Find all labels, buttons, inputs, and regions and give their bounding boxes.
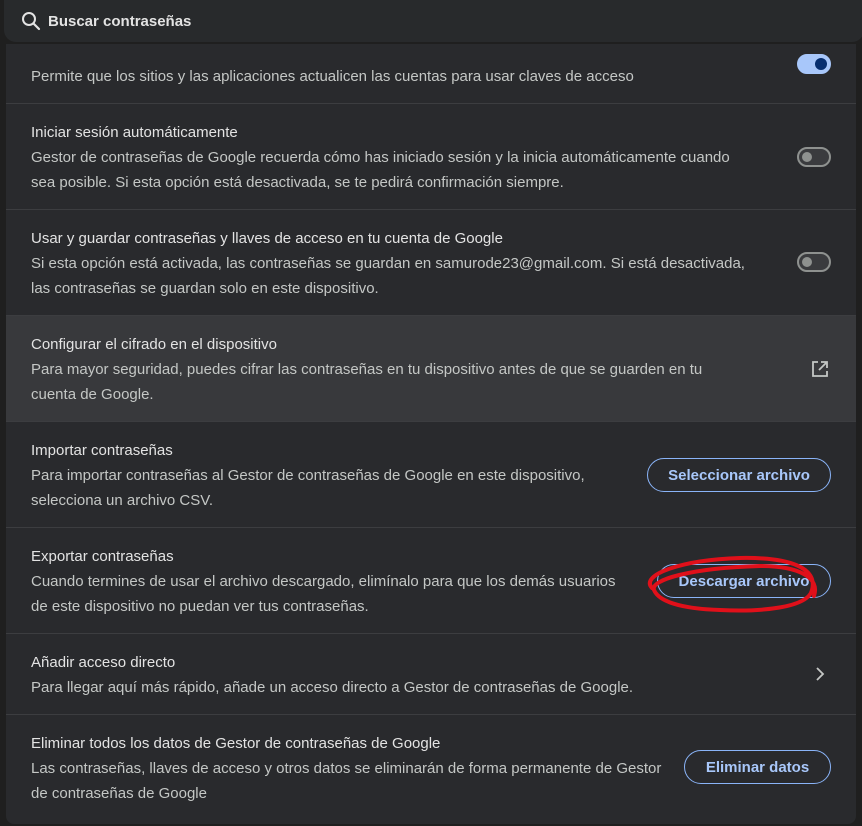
setting-description: Cuando termines de usar el archivo desca…: [31, 573, 616, 615]
toggle-knob: [802, 257, 812, 267]
setting-description: Para importar contraseñas al Gestor de c…: [31, 467, 585, 509]
setting-passkey-update: Permite que los sitios y las aplicacione…: [6, 44, 856, 104]
setting-export: Exportar contraseñas Cuando termines de …: [6, 528, 856, 634]
setting-description: Si esta opción está activada, las contra…: [31, 255, 745, 297]
setting-title: Configurar el cifrado en el dispositivo: [31, 336, 277, 353]
setting-title: Eliminar todos los datos de Gestor de co…: [31, 735, 441, 752]
setting-encryption[interactable]: Configurar el cifrado en el dispositivo …: [6, 316, 856, 422]
download-file-button[interactable]: Descargar archivo: [657, 564, 831, 598]
passkey-update-toggle[interactable]: [797, 54, 831, 74]
setting-description: Para mayor seguridad, puedes cifrar las …: [31, 361, 703, 403]
search-input[interactable]: Buscar contraseñas: [48, 13, 191, 30]
open-in-new-icon[interactable]: [810, 359, 830, 379]
settings-panel: Permite que los sitios y las aplicacione…: [6, 44, 856, 824]
setting-title: Importar contraseñas: [31, 442, 173, 459]
chevron-right-icon[interactable]: [810, 664, 830, 684]
select-file-button[interactable]: Seleccionar archivo: [647, 458, 831, 492]
setting-description: Para llegar aquí más rápido, añade un ac…: [31, 679, 634, 696]
setting-account-storage: Usar y guardar contraseñas y llaves de a…: [6, 210, 856, 316]
toggle-knob: [815, 58, 827, 70]
delete-data-button[interactable]: Eliminar datos: [684, 750, 831, 784]
setting-title: Añadir acceso directo: [31, 654, 176, 671]
setting-title: Iniciar sesión automáticamente: [31, 124, 238, 141]
setting-description: Las contraseñas, llaves de acceso y otro…: [31, 760, 662, 802]
setting-description: Gestor de contraseñas de Google recuerda…: [31, 149, 730, 191]
toggle-knob: [802, 152, 812, 162]
setting-auto-signin: Iniciar sesión automáticamente Gestor de…: [6, 104, 856, 210]
setting-title: Usar y guardar contraseñas y llaves de a…: [31, 230, 503, 247]
setting-delete: Eliminar todos los datos de Gestor de co…: [6, 715, 856, 824]
setting-shortcut[interactable]: Añadir acceso directo Para llegar aquí m…: [6, 634, 856, 715]
setting-title: Exportar contraseñas: [31, 548, 174, 565]
search-icon: [20, 10, 42, 32]
search-bar[interactable]: Buscar contraseñas: [4, 0, 862, 42]
setting-description: Permite que los sitios y las aplicacione…: [31, 68, 634, 85]
account-storage-toggle[interactable]: [797, 252, 831, 272]
auto-signin-toggle[interactable]: [797, 147, 831, 167]
setting-import: Importar contraseñas Para importar contr…: [6, 422, 856, 528]
